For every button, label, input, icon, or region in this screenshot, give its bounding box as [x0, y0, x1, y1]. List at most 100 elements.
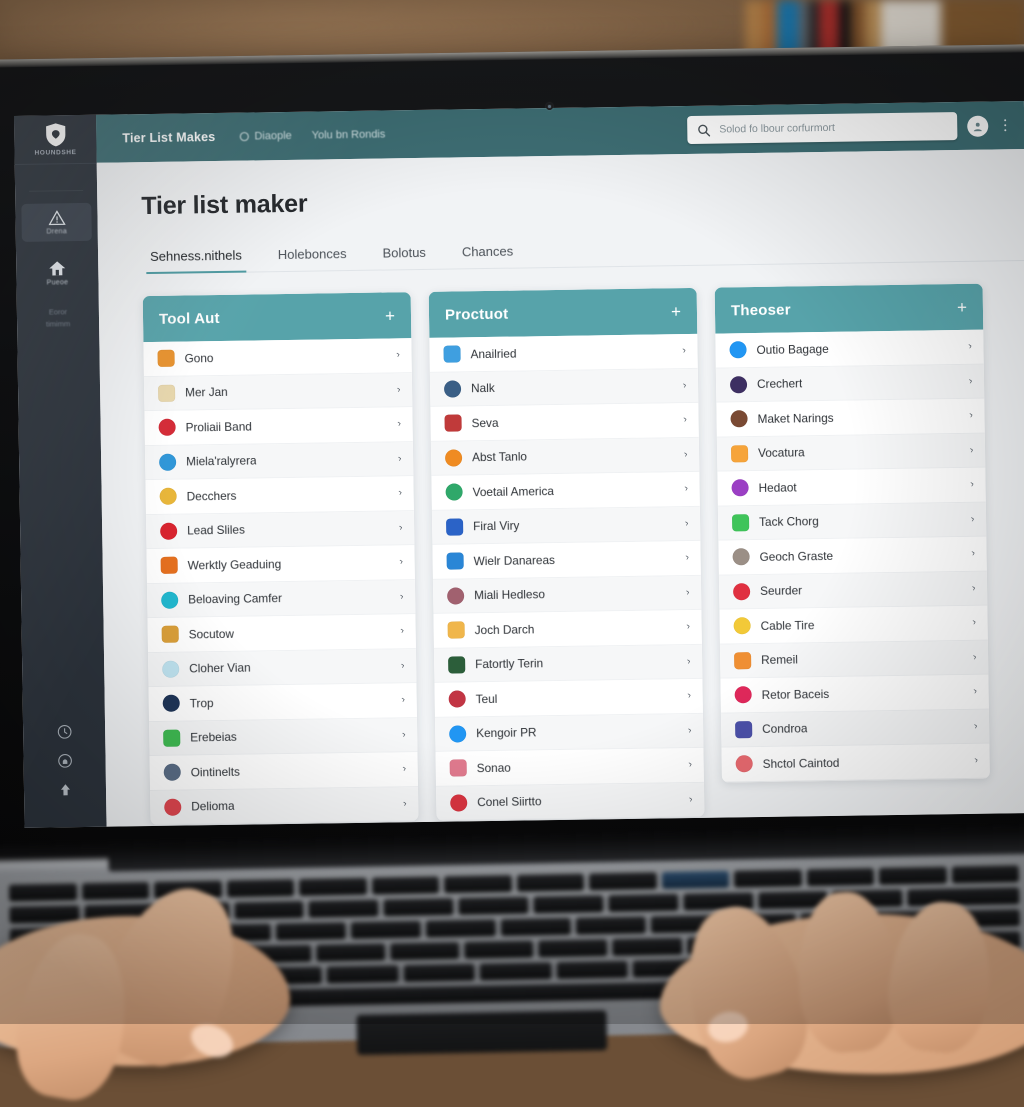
sidebar-logo[interactable]: HOUNDSHE [14, 114, 97, 165]
chevron-right-icon[interactable]: › [687, 725, 693, 736]
list-item[interactable]: Miali Hedleso › [432, 575, 702, 614]
chevron-right-icon[interactable]: › [685, 621, 691, 632]
chevron-right-icon[interactable]: › [684, 518, 690, 529]
list-item[interactable]: Ointinelts › [149, 752, 418, 791]
chevron-right-icon[interactable]: › [400, 660, 406, 671]
list-item[interactable]: Vocatura › [716, 433, 986, 472]
chevron-right-icon[interactable]: › [400, 694, 406, 705]
kebab-menu-icon[interactable] [998, 119, 1012, 132]
list-item[interactable]: Maket Narings › [716, 398, 985, 438]
list-item[interactable]: Werktly Geaduing › [146, 545, 415, 584]
list-item[interactable]: Proliaii Band › [144, 407, 413, 446]
list-item[interactable]: Shctol Caintod › [721, 743, 990, 783]
chevron-right-icon[interactable]: › [396, 384, 402, 395]
add-item-button[interactable]: + [385, 306, 395, 325]
list-item[interactable]: Firal Viry › [431, 506, 701, 545]
list-item[interactable]: Geoch Graste › [718, 536, 987, 576]
chevron-right-icon[interactable]: › [971, 617, 977, 628]
list-item[interactable]: Seva › [430, 402, 699, 442]
chevron-right-icon[interactable]: › [401, 729, 407, 740]
list-item[interactable]: Mer Jan › [143, 372, 413, 412]
chevron-right-icon[interactable]: › [973, 755, 979, 766]
list-item[interactable]: Gono › [143, 338, 412, 377]
chevron-right-icon[interactable]: › [971, 582, 977, 593]
tab-sehness[interactable]: Sehness.nithels [146, 242, 246, 273]
user-avatar-icon[interactable] [967, 115, 989, 137]
clock-icon[interactable] [23, 724, 105, 740]
chevron-right-icon[interactable]: › [968, 410, 974, 421]
chevron-right-icon[interactable]: › [681, 345, 687, 356]
chevron-right-icon[interactable]: › [683, 449, 689, 460]
chevron-right-icon[interactable]: › [969, 444, 975, 455]
chevron-right-icon[interactable]: › [973, 720, 979, 731]
chevron-right-icon[interactable]: › [399, 591, 405, 602]
list-item[interactable]: Beloaving Camfer › [146, 579, 416, 619]
sidebar-item-drena[interactable]: Drena [21, 202, 92, 242]
chevron-right-icon[interactable]: › [970, 548, 976, 559]
chevron-right-icon[interactable]: › [687, 759, 693, 770]
list-item[interactable]: Crechert › [715, 364, 985, 403]
list-item[interactable]: Sonao › [435, 747, 704, 787]
chevron-right-icon[interactable]: › [972, 651, 978, 662]
chevron-right-icon[interactable]: › [397, 487, 403, 498]
list-item[interactable]: Retor Baceis › [720, 674, 989, 714]
list-item[interactable]: Cloher Vian › [147, 648, 417, 688]
tab-chances[interactable]: Chances [458, 238, 518, 269]
chevron-right-icon[interactable]: › [968, 375, 974, 386]
tab-holebonces[interactable]: Holebonces [274, 240, 351, 271]
list-item[interactable]: Hedaot › [717, 467, 986, 507]
lock-icon[interactable] [23, 753, 105, 769]
tab-bolotus[interactable]: Bolotus [378, 239, 430, 270]
search-input[interactable] [717, 119, 948, 137]
list-item[interactable]: Tack Chorg › [717, 502, 987, 541]
chevron-right-icon[interactable]: › [396, 418, 402, 429]
upload-arrow-icon[interactable] [24, 782, 106, 798]
chevron-right-icon[interactable]: › [685, 587, 691, 598]
list-item[interactable]: Voetail America › [431, 471, 700, 511]
chevron-right-icon[interactable]: › [402, 798, 408, 809]
list-item[interactable]: Decchers › [145, 476, 414, 515]
chevron-right-icon[interactable]: › [397, 453, 403, 464]
list-item[interactable]: Seurder › [718, 571, 988, 610]
list-item[interactable]: Abst Tanlo › [430, 437, 700, 476]
chevron-right-icon[interactable]: › [972, 686, 978, 697]
list-item[interactable]: Nalk › [429, 368, 699, 407]
list-item[interactable]: Conel Siirtto › [435, 782, 705, 821]
chevron-right-icon[interactable]: › [686, 690, 692, 701]
chevron-right-icon[interactable]: › [970, 513, 976, 524]
list-item[interactable]: Lead Sliles › [145, 510, 415, 550]
list-item[interactable]: Remeil › [719, 640, 989, 679]
chevron-right-icon[interactable]: › [684, 552, 690, 563]
list-item[interactable]: Condroa › [720, 709, 990, 748]
list-item[interactable]: Anailried › [429, 333, 698, 373]
list-item[interactable]: Trop › [148, 683, 417, 722]
topnav-item-yolu[interactable]: Yolu bn Rondis [312, 128, 386, 141]
list-item[interactable]: Delioma › [150, 786, 419, 826]
chevron-right-icon[interactable]: › [682, 414, 688, 425]
list-item[interactable]: Miela'ralyrera › [144, 441, 414, 481]
list-item[interactable]: Teul › [434, 678, 703, 718]
chevron-right-icon[interactable]: › [967, 341, 973, 352]
topnav-item-diaople[interactable]: Diaople [239, 130, 292, 143]
chevron-right-icon[interactable]: › [398, 556, 404, 567]
chevron-right-icon[interactable]: › [969, 479, 975, 490]
chevron-right-icon[interactable]: › [686, 656, 692, 667]
chevron-right-icon[interactable]: › [683, 483, 689, 494]
chevron-right-icon[interactable]: › [399, 625, 405, 636]
chevron-right-icon[interactable]: › [395, 349, 401, 360]
chevron-right-icon[interactable]: › [398, 522, 404, 533]
list-item[interactable]: Joch Darch › [433, 609, 702, 649]
add-item-button[interactable]: + [957, 297, 967, 316]
add-item-button[interactable]: + [671, 302, 681, 321]
list-item[interactable]: Kengoir PR › [434, 713, 704, 752]
list-item[interactable]: Cable Tire › [719, 605, 988, 645]
chevron-right-icon[interactable]: › [688, 794, 694, 805]
chevron-right-icon[interactable]: › [682, 380, 688, 391]
chevron-right-icon[interactable]: › [401, 763, 407, 774]
sidebar-item-pueoe[interactable]: Pueoe [22, 253, 93, 293]
search-bar[interactable] [687, 112, 958, 145]
list-item[interactable]: Outio Bagage › [715, 329, 984, 369]
list-item[interactable]: Wielr Danareas › [432, 540, 701, 580]
list-item[interactable]: Socutow › [147, 614, 416, 653]
list-item[interactable]: Erebeias › [148, 717, 418, 757]
